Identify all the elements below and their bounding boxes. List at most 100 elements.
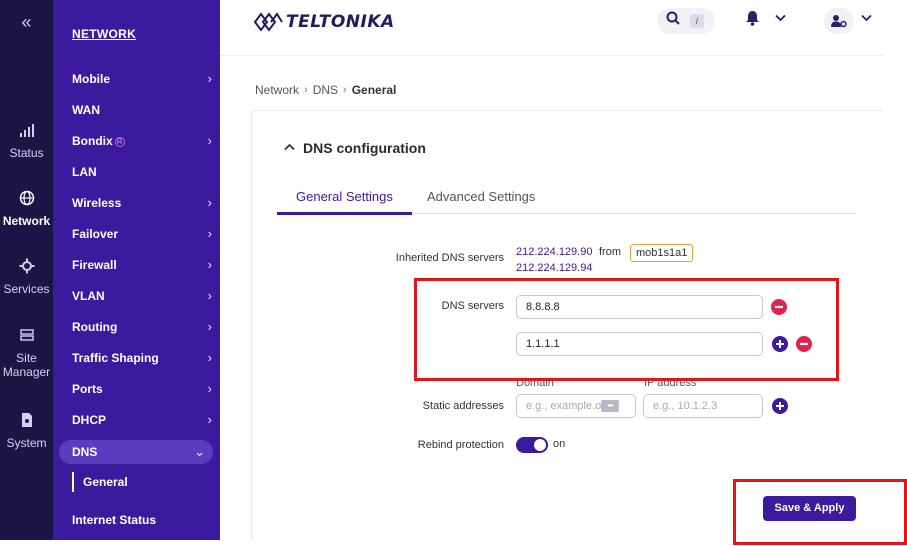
- nav-label: Wireless: [72, 196, 122, 210]
- section-title: DNS configuration: [303, 140, 426, 156]
- rebind-protection-label: Rebind protection: [417, 439, 504, 451]
- rebind-protection-toggle[interactable]: [516, 437, 548, 453]
- chevron-right-icon: ›: [207, 257, 212, 272]
- toggle-state-text: on: [553, 438, 566, 450]
- nav-item-routing[interactable]: Routing ›: [72, 317, 212, 337]
- dns-servers-highlight-box: [414, 278, 839, 381]
- chevron-right-icon: ›: [304, 84, 308, 96]
- collapse-sidebar-icon[interactable]: «: [0, 12, 53, 33]
- nav-item-bondix[interactable]: Bondix R ›: [72, 131, 212, 151]
- chevron-right-icon: ›: [207, 350, 212, 365]
- more-options-icon[interactable]: •••: [601, 400, 619, 412]
- teltonika-logo-mark-icon: [253, 12, 283, 32]
- logo-text: TELTONIKA: [286, 12, 395, 32]
- site-manager-icon: [0, 327, 53, 347]
- from-text: from: [599, 246, 621, 258]
- nav-item-internet-status[interactable]: Internet Status: [72, 510, 212, 530]
- bell-icon[interactable]: [745, 10, 760, 30]
- nav-item-dhcp[interactable]: DHCP ›: [72, 410, 212, 430]
- search-icon: [666, 11, 680, 29]
- chevron-right-icon: ›: [207, 288, 212, 303]
- bondix-mark-icon: R: [114, 136, 125, 147]
- rail-label-network: Network: [2, 214, 51, 228]
- search-shortcut: /: [690, 14, 704, 28]
- app-root: « Status Network Services Site Manager S…: [0, 0, 907, 546]
- breadcrumb-dns[interactable]: DNS: [313, 83, 338, 97]
- tab-advanced-settings[interactable]: Advanced Settings: [427, 189, 535, 214]
- nav-label: Firewall: [72, 258, 117, 272]
- nav-item-wan[interactable]: WAN: [72, 100, 212, 120]
- rail-item-site-manager[interactable]: Site Manager: [0, 327, 53, 379]
- rail-label-system: System: [6, 436, 47, 450]
- user-settings-button[interactable]: [824, 8, 854, 34]
- nav-item-vlan[interactable]: VLAN ›: [72, 286, 212, 306]
- interface-badge: mob1s1a1: [630, 244, 694, 262]
- chevron-down-icon[interactable]: [775, 11, 786, 25]
- nav-label: Internet Status: [72, 513, 157, 527]
- chevron-right-icon: ›: [207, 226, 212, 241]
- nav-title: NETWORK: [72, 27, 137, 41]
- icon-rail: « Status Network Services Site Manager S…: [0, 0, 53, 540]
- search-button[interactable]: /: [657, 8, 715, 34]
- nav-item-ports[interactable]: Ports ›: [72, 379, 212, 399]
- nav-label: Failover: [72, 227, 119, 241]
- breadcrumb-current: General: [351, 83, 397, 97]
- globe-icon: [0, 190, 53, 210]
- nav-item-failover[interactable]: Failover ›: [72, 224, 212, 244]
- inherited-dns-server: 212.224.129.90: [516, 246, 593, 258]
- chevron-right-icon: ›: [207, 71, 212, 86]
- chevron-right-icon: ›: [207, 412, 212, 427]
- system-icon: [0, 412, 53, 432]
- nav-item-traffic-shaping[interactable]: Traffic Shaping ›: [72, 348, 212, 368]
- toggle-knob: [534, 439, 546, 451]
- nav-label: Traffic Shaping: [72, 351, 159, 365]
- nav-label: Ports: [72, 382, 103, 396]
- rail-label-status: Status: [9, 146, 44, 160]
- save-highlight-box: [733, 479, 907, 545]
- inherited-dns-label: Inherited DNS servers: [395, 252, 504, 264]
- breadcrumb-network[interactable]: Network: [255, 83, 299, 97]
- gear-icon: [0, 258, 53, 278]
- chevron-right-icon: ›: [207, 195, 212, 210]
- nav-item-mobile[interactable]: Mobile ›: [72, 69, 212, 89]
- nav-label: VLAN: [72, 289, 105, 303]
- section-toggle[interactable]: DNS configuration: [284, 140, 426, 156]
- static-addresses-label: Static addresses: [422, 400, 504, 412]
- teltonika-logo[interactable]: TELTONIKA: [253, 9, 395, 35]
- nav-item-dns[interactable]: DNS ⌄: [59, 440, 213, 464]
- inherited-dns-server: 212.224.129.94: [516, 262, 593, 274]
- top-header: TELTONIKA /: [220, 0, 883, 56]
- nav-item-lan[interactable]: LAN: [72, 162, 212, 182]
- nav-item-firewall[interactable]: Firewall ›: [72, 255, 212, 275]
- chevron-down-icon: ⌄: [194, 444, 205, 459]
- nav-subitem-general[interactable]: General: [72, 472, 128, 492]
- chevron-right-icon: ›: [207, 133, 212, 148]
- nav-label: Bondix: [72, 134, 113, 148]
- user-settings-icon: [831, 15, 847, 28]
- rail-label-services: Services: [3, 282, 50, 296]
- breadcrumb: Network › DNS › General: [255, 83, 396, 97]
- chevron-right-icon: ›: [207, 381, 212, 396]
- settings-tabs: General Settings Advanced Settings: [277, 183, 856, 215]
- chevron-right-icon: ›: [343, 84, 347, 96]
- tab-general-settings[interactable]: General Settings: [277, 189, 412, 215]
- nav-label: Routing: [72, 320, 118, 334]
- nav-label: Mobile: [72, 72, 110, 86]
- rail-item-status[interactable]: Status: [0, 122, 53, 160]
- nav-label: DHCP: [72, 413, 107, 427]
- chevron-up-icon: [284, 142, 295, 154]
- signal-icon: [0, 122, 53, 142]
- ip-address-input[interactable]: e.g., 10.1.2.3: [643, 394, 763, 418]
- plus-icon: [776, 402, 784, 410]
- nav-label: DNS: [72, 445, 98, 459]
- network-nav: NETWORK Mobile › WAN Bondix R › LAN Wireles…: [53, 0, 220, 540]
- add-static-address-button[interactable]: [772, 398, 788, 414]
- nav-label: LAN: [72, 165, 97, 179]
- rail-item-network[interactable]: Network: [0, 190, 53, 228]
- chevron-right-icon: ›: [207, 319, 212, 334]
- rail-item-services[interactable]: Services: [0, 258, 53, 296]
- rail-item-system[interactable]: System: [0, 412, 53, 450]
- chevron-down-icon[interactable]: [861, 11, 872, 25]
- nav-item-wireless[interactable]: Wireless ›: [72, 193, 212, 213]
- rail-label-site-manager: Site Manager: [2, 351, 51, 379]
